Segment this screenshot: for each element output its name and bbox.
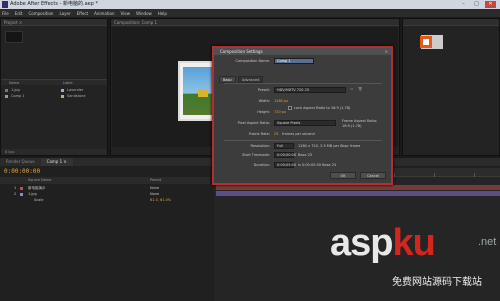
- project-tab[interactable]: Project ×: [1, 19, 107, 26]
- name-column-header[interactable]: Name: [9, 80, 19, 85]
- layer-color-chip: [20, 186, 23, 190]
- preset-label: Preset:: [257, 88, 270, 92]
- maximize-button[interactable]: □: [472, 1, 481, 8]
- property-name: Scale: [34, 198, 44, 202]
- brand-logo-icon: [420, 36, 432, 48]
- watermark-domain: .net: [478, 236, 497, 248]
- pixel-aspect-dropdown[interactable]: Square Pixels: [274, 120, 336, 126]
- menu-file[interactable]: File: [2, 11, 9, 16]
- label-color-chip: [61, 94, 64, 98]
- ok-button[interactable]: OK: [330, 172, 356, 179]
- window-title: Adobe After Effects - 新电脑的.aep *: [10, 1, 98, 7]
- watermark-text-red: ku: [392, 222, 435, 264]
- lock-aspect-label: Lock Aspect Ratio to 16:9 (1.78): [294, 106, 351, 110]
- layer-color-chip: [20, 192, 23, 196]
- frame-aspect-value: 16:9 (1.78): [342, 124, 362, 128]
- height-value[interactable]: 720 px: [274, 110, 286, 114]
- preset-dropdown[interactable]: HDV/HDTV 720 25: [274, 87, 346, 93]
- start-timecode-input[interactable]: 0:00:00:00: [274, 152, 296, 158]
- current-time-display[interactable]: 0:00:00:00: [4, 168, 40, 175]
- watermark-logo-text: aspku: [330, 222, 436, 265]
- site-watermark: aspku .net 免费网站源码下载站: [330, 222, 500, 301]
- label-color-chip: [61, 88, 64, 92]
- width-value[interactable]: 1280 px: [274, 99, 288, 103]
- resolution-label: Resolution:: [250, 144, 270, 148]
- tab-comp-1[interactable]: Comp 1 ×: [40, 158, 73, 166]
- bit-depth-toggle[interactable]: 8 bpc: [5, 150, 15, 154]
- preview-sign-shape: [198, 89, 208, 97]
- frame-rate-value[interactable]: 25: [274, 132, 278, 136]
- section-separator: [224, 140, 382, 141]
- resolution-dropdown[interactable]: Full: [274, 143, 294, 149]
- after-effects-app-icon: [2, 1, 8, 8]
- frame-rate-label: Frame Rate:: [248, 132, 270, 136]
- resolution-info: 1280 x 720, 3.5 MB per 8bpc frame: [298, 144, 361, 148]
- label-column-header[interactable]: Label: [63, 80, 72, 86]
- frame-aspect-label: Frame Aspect Ratio:: [342, 119, 378, 123]
- menu-help[interactable]: Help: [158, 11, 167, 16]
- width-label: Width:: [258, 99, 270, 103]
- scale-value[interactable]: 61.0, 61.0%: [150, 197, 171, 203]
- layer-property-row[interactable]: Scale 61.0, 61.0%: [0, 197, 210, 203]
- duration-label: Duration:: [253, 163, 270, 167]
- minimize-button[interactable]: –: [459, 1, 468, 8]
- parent-column[interactable]: Parent: [150, 177, 161, 184]
- file-icon: [5, 88, 8, 92]
- tab-render-queue[interactable]: Render Queue: [0, 158, 41, 166]
- project-item-label: Sandstone: [67, 94, 86, 98]
- lock-aspect-checkbox[interactable]: [288, 106, 292, 110]
- menu-effect[interactable]: Effect: [77, 11, 89, 16]
- pixel-aspect-label: Pixel Aspect Ratio:: [237, 121, 270, 125]
- dialog-title: Composition Settings: [220, 49, 263, 54]
- project-thumbnail: [5, 31, 23, 43]
- project-item[interactable]: Comp 1 Sandstone: [1, 93, 107, 99]
- watermark-subtitle: 免费网站源码下载站: [392, 277, 482, 288]
- viewer-tab[interactable]: Composition: Comp 1: [111, 19, 399, 26]
- start-timecode-label: Start Timecode:: [242, 153, 270, 157]
- info-panel: [402, 18, 500, 156]
- layer-duration-bar[interactable]: [216, 191, 500, 196]
- duration-input[interactable]: 0:00:05:00: [274, 162, 296, 168]
- info-tab[interactable]: [403, 19, 499, 26]
- comp-name-input[interactable]: Comp 1: [274, 58, 314, 64]
- comp-name-label: Composition Name:: [235, 59, 270, 63]
- menu-view[interactable]: View: [121, 11, 131, 16]
- tab-separator: [224, 83, 382, 84]
- layer-column-header: Source Name Parent: [0, 177, 210, 184]
- start-timecode-base: Base 25: [298, 153, 313, 157]
- menu-composition[interactable]: Composition: [28, 11, 53, 16]
- project-panel: Project × Name Label 1.jpg Lavender Comp…: [0, 18, 108, 156]
- source-name-column[interactable]: Source Name: [28, 177, 51, 184]
- tab-basic[interactable]: Basic: [219, 76, 237, 83]
- cancel-button[interactable]: Cancel: [360, 172, 386, 179]
- menu-animation[interactable]: Animation: [94, 11, 114, 16]
- composition-settings-dialog: Composition Settings × Composition Name:…: [212, 46, 393, 185]
- save-preset-icon[interactable]: ▭: [350, 87, 353, 91]
- project-item-name: Comp 1: [11, 94, 25, 98]
- dialog-close-button[interactable]: ×: [385, 48, 388, 55]
- menu-bar: File Edit Composition Layer Effect Anima…: [0, 9, 500, 17]
- height-label: Height:: [257, 110, 270, 114]
- menu-window[interactable]: Window: [136, 11, 152, 16]
- delete-preset-icon[interactable]: 🗑: [358, 87, 362, 91]
- duration-info: is 0:00:05:00 Base 25: [298, 163, 337, 167]
- title-bar: Adobe After Effects - 新电脑的.aep * – □ ✕: [0, 0, 500, 9]
- project-footer: 8 bpc: [1, 149, 107, 155]
- menu-edit[interactable]: Edit: [15, 11, 23, 16]
- layer-duration-bar[interactable]: [216, 185, 500, 190]
- project-column-header: Name Label: [1, 79, 107, 85]
- frame-rate-unit: frames per second: [282, 132, 315, 136]
- dialog-title-bar: Composition Settings ×: [214, 48, 391, 55]
- menu-layer[interactable]: Layer: [59, 11, 70, 16]
- watermark-text-left: asp: [330, 222, 393, 264]
- tab-advanced[interactable]: Advanced: [238, 76, 264, 83]
- close-window-button[interactable]: ✕: [485, 1, 496, 8]
- composition-icon: [5, 94, 8, 98]
